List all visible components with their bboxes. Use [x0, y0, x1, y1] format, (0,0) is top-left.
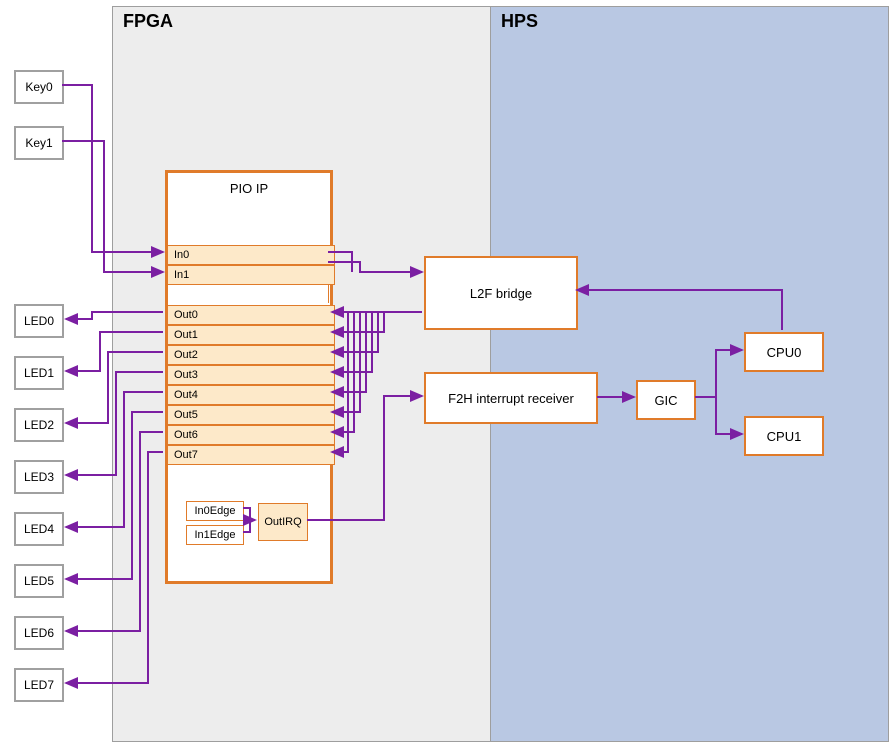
- key0-label: Key0: [25, 80, 52, 94]
- key0-box: Key0: [14, 70, 64, 104]
- port-out0: Out0: [167, 305, 335, 325]
- cpu0-box: CPU0: [744, 332, 824, 372]
- in0edge-box: In0Edge: [186, 501, 244, 521]
- cpu1-label: CPU1: [767, 429, 802, 444]
- port-spacer: [167, 285, 329, 303]
- port-in0: In0: [167, 245, 335, 265]
- led1-box: LED1: [14, 356, 64, 390]
- outirq-box: OutIRQ: [258, 503, 308, 541]
- outirq-label: OutIRQ: [264, 516, 301, 528]
- port-out6: Out6: [167, 425, 335, 445]
- led7-label: LED7: [24, 678, 54, 692]
- port-out7: Out7: [167, 445, 335, 465]
- led4-label: LED4: [24, 522, 54, 536]
- f2h-box: F2H interrupt receiver: [424, 372, 598, 424]
- cpu0-label: CPU0: [767, 345, 802, 360]
- fpga-title: FPGA: [123, 11, 173, 32]
- led6-box: LED6: [14, 616, 64, 650]
- port-in1: In1: [167, 265, 335, 285]
- led2-box: LED2: [14, 408, 64, 442]
- led3-box: LED3: [14, 460, 64, 494]
- port-out2: Out2: [167, 345, 335, 365]
- led6-label: LED6: [24, 626, 54, 640]
- f2h-label: F2H interrupt receiver: [448, 391, 574, 406]
- key1-label: Key1: [25, 136, 52, 150]
- l2f-label: L2F bridge: [470, 286, 532, 301]
- led0-label: LED0: [24, 314, 54, 328]
- in1edge-box: In1Edge: [186, 525, 244, 545]
- port-out5: Out5: [167, 405, 335, 425]
- led0-box: LED0: [14, 304, 64, 338]
- led5-box: LED5: [14, 564, 64, 598]
- led3-label: LED3: [24, 470, 54, 484]
- gic-box: GIC: [636, 380, 696, 420]
- port-out1: Out1: [167, 325, 335, 345]
- led7-box: LED7: [14, 668, 64, 702]
- key1-box: Key1: [14, 126, 64, 160]
- led5-label: LED5: [24, 574, 54, 588]
- cpu1-box: CPU1: [744, 416, 824, 456]
- gic-label: GIC: [654, 393, 677, 408]
- hps-title: HPS: [501, 11, 538, 32]
- port-out3: Out3: [167, 365, 335, 385]
- led2-label: LED2: [24, 418, 54, 432]
- pio-block: PIO IP In0 In1 Out0 Out1 Out2 Out3 Out4 …: [165, 170, 333, 584]
- led4-box: LED4: [14, 512, 64, 546]
- led1-label: LED1: [24, 366, 54, 380]
- pio-title: PIO IP: [168, 181, 330, 196]
- l2f-bridge-box: L2F bridge: [424, 256, 578, 330]
- port-out4: Out4: [167, 385, 335, 405]
